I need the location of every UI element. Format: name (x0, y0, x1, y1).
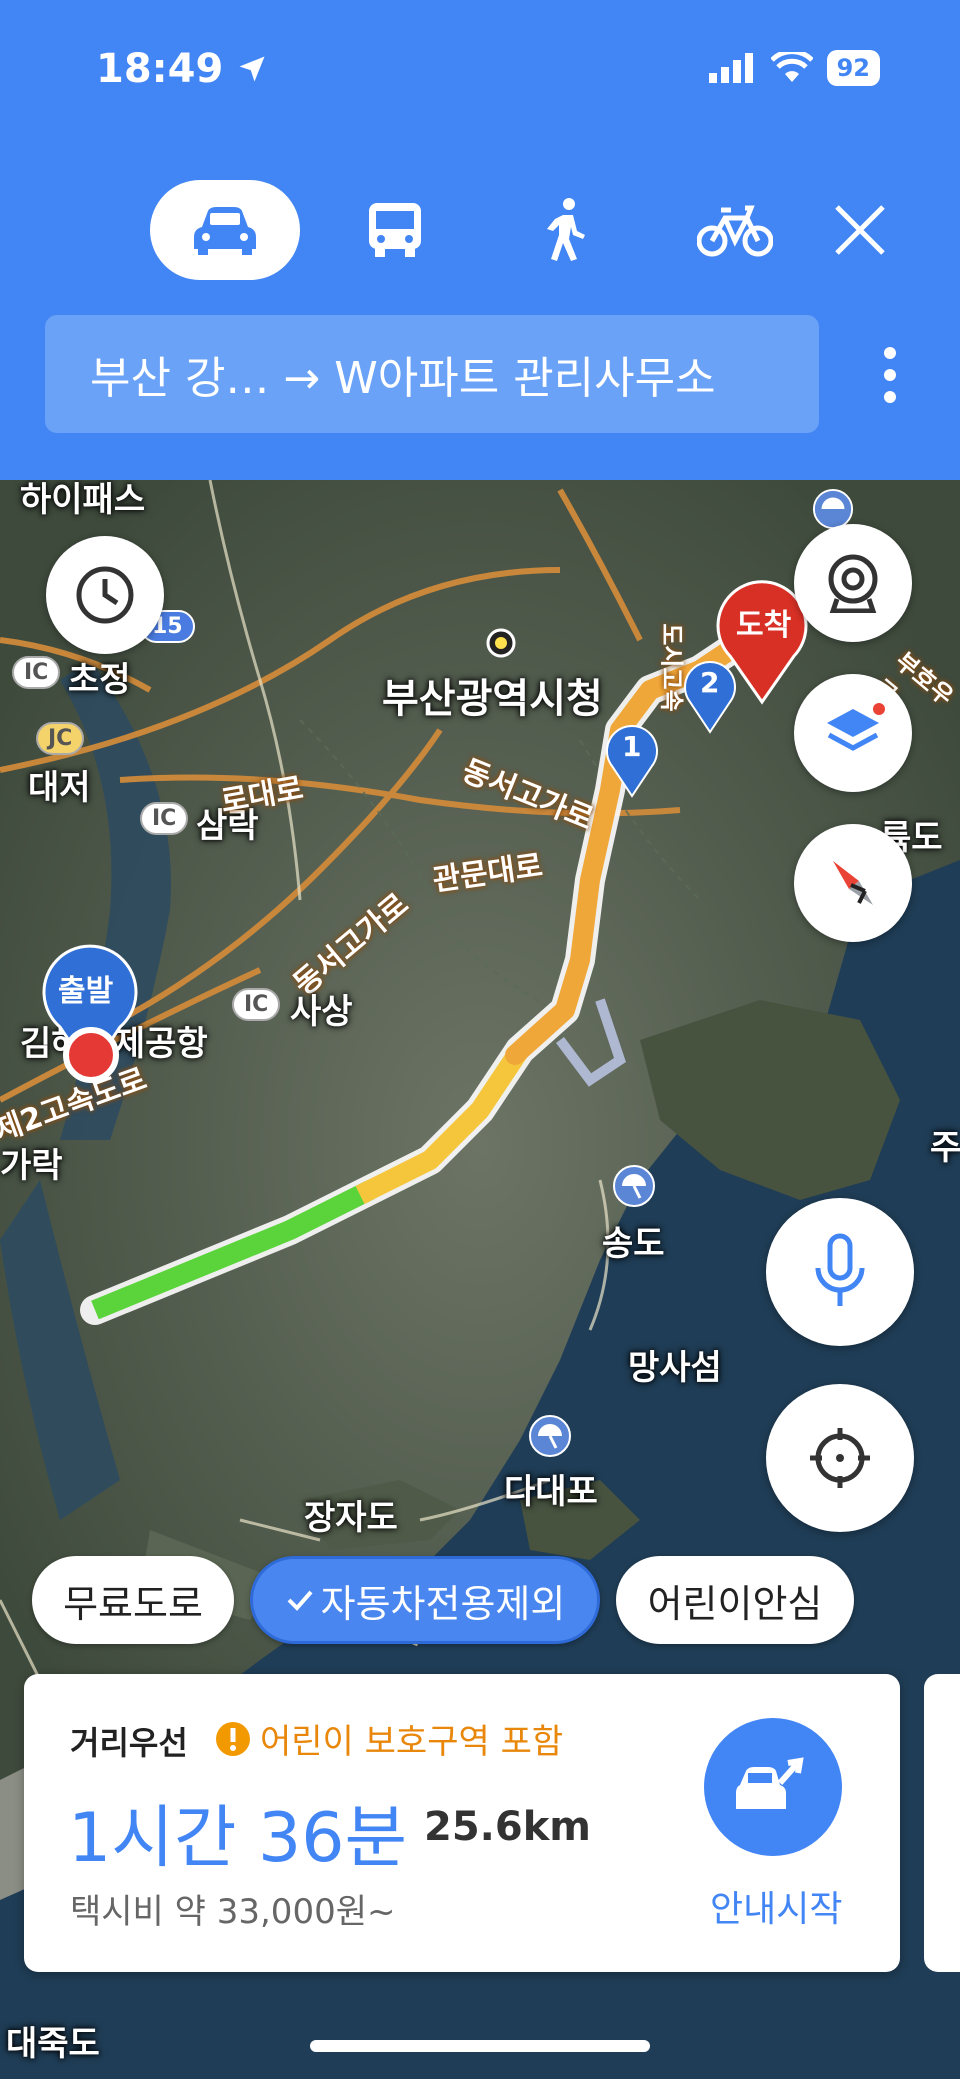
car-icon (194, 207, 256, 255)
warning-icon (216, 1721, 250, 1756)
check-icon (287, 1590, 313, 1611)
map-label-hipass: 하이패스 (20, 480, 146, 520)
directions-header: 18:49 92 부산 강… → W아파트 관리사무소 (0, 0, 960, 480)
map-badge-jc: JC (36, 722, 85, 755)
home-indicator[interactable] (310, 2040, 650, 2052)
route-type-label: 거리우선 (70, 1724, 188, 1762)
map-label-mangsaseom: 망사섬 (628, 1348, 722, 1388)
map-label-garak: 가락 (0, 1146, 63, 1186)
my-location-button[interactable] (766, 1384, 914, 1532)
street-view-button[interactable] (794, 524, 912, 642)
start-navigation-button[interactable] (704, 1718, 842, 1856)
filter-child-safe-chip[interactable]: 어린이안심 (616, 1556, 854, 1644)
map-label-daejukdo: 대죽도 (6, 2024, 100, 2064)
mode-walk-tab[interactable] (490, 180, 640, 280)
route-summary-field[interactable]: 부산 강… → W아파트 관리사무소 (45, 315, 819, 433)
map-layers-button[interactable] (794, 674, 912, 792)
street-camera-icon (828, 554, 878, 613)
location-arrow-icon (239, 56, 265, 82)
map-badge-ic-sasang: IC (232, 988, 281, 1021)
map-label-city-hall: 부산광역시청 (382, 676, 603, 722)
voice-search-button[interactable] (766, 1198, 914, 1346)
waypoint-1-label: 1 (622, 730, 642, 763)
bike-icon (697, 205, 773, 257)
status-time: 18:49 (96, 46, 267, 92)
map-label-daejeo: 대저 (28, 768, 91, 808)
beach-icon-dadaepo (529, 1415, 571, 1457)
map-label-sasang: 사상 (290, 992, 353, 1032)
map-label-jangjado: 장자도 (304, 1498, 398, 1538)
waypoint-2-label: 2 (700, 666, 720, 699)
map-badge-ic-samrak: IC (140, 802, 189, 835)
map-label-dadaepo: 다대포 (504, 1472, 598, 1512)
layers-icon (827, 703, 885, 751)
mode-transit-tab[interactable] (320, 180, 470, 280)
crosshair-icon (810, 1428, 870, 1488)
battery-level: 92 (826, 50, 880, 86)
map-label-ju: 주 (930, 1128, 960, 1168)
mode-car-tab[interactable] (150, 180, 300, 280)
departure-time-button[interactable] (46, 536, 164, 654)
filter-free-road-label: 무료도로 (63, 1581, 203, 1626)
map-label-chojeong: 초정 (68, 660, 131, 700)
more-options-button[interactable] (870, 345, 910, 405)
beach-icon (613, 1165, 655, 1207)
route-duration: 1시간 36분 (68, 1799, 408, 1878)
city-hall-marker-icon (486, 628, 516, 658)
start-point-marker (63, 1027, 119, 1083)
taxi-fare: 택시비 약 33,000원~ (70, 1892, 396, 1932)
next-route-card-peek[interactable] (924, 1674, 960, 1972)
start-navigation-label: 안내시작 (710, 1889, 843, 1930)
mode-bike-tab[interactable] (660, 180, 810, 280)
filter-exclude-motorway-chip[interactable]: 자동차전용제외 (250, 1556, 600, 1644)
start-pin-label: 출발 (58, 974, 114, 1009)
compass-icon (833, 861, 873, 905)
navigation-car-icon (736, 1757, 804, 1809)
compass-button[interactable] (794, 824, 912, 942)
clock-icon (76, 566, 134, 624)
waypoint-2-pin[interactable]: 2 (682, 658, 738, 734)
warning-notice: 어린이 보호구역 포함 (214, 1714, 563, 1763)
signal-icon (708, 53, 753, 83)
microphone-icon (815, 1233, 865, 1306)
end-pin-label: 도착 (736, 608, 792, 643)
wifi-icon (770, 52, 813, 82)
walk-icon (547, 198, 585, 261)
status-indicators: 92 (708, 50, 880, 86)
bus-icon (369, 203, 421, 257)
map-badge-ic: IC (12, 656, 61, 689)
more-vert-icon (884, 347, 896, 403)
route-option-card[interactable]: 거리우선 어린이 보호구역 포함 1시간 36분 25.6km 택시비 약 33… (24, 1674, 900, 1972)
route-summary-text: 부산 강… → W아파트 관리사무소 (90, 353, 716, 404)
map-label-songdo: 송도 (602, 1224, 665, 1264)
filter-exclude-motorway-label: 자동차전용제외 (320, 1581, 566, 1626)
filter-free-road-chip[interactable]: 무료도로 (32, 1556, 234, 1644)
filter-child-safe-label: 어린이안심 (647, 1581, 823, 1626)
close-directions-button[interactable] (810, 180, 910, 280)
close-icon (835, 205, 885, 255)
travel-mode-tabs (150, 180, 910, 280)
waypoint-1-pin[interactable]: 1 (604, 722, 660, 798)
warning-text: 어린이 보호구역 포함 (260, 1722, 564, 1762)
route-distance: 25.6km (424, 1804, 591, 1850)
